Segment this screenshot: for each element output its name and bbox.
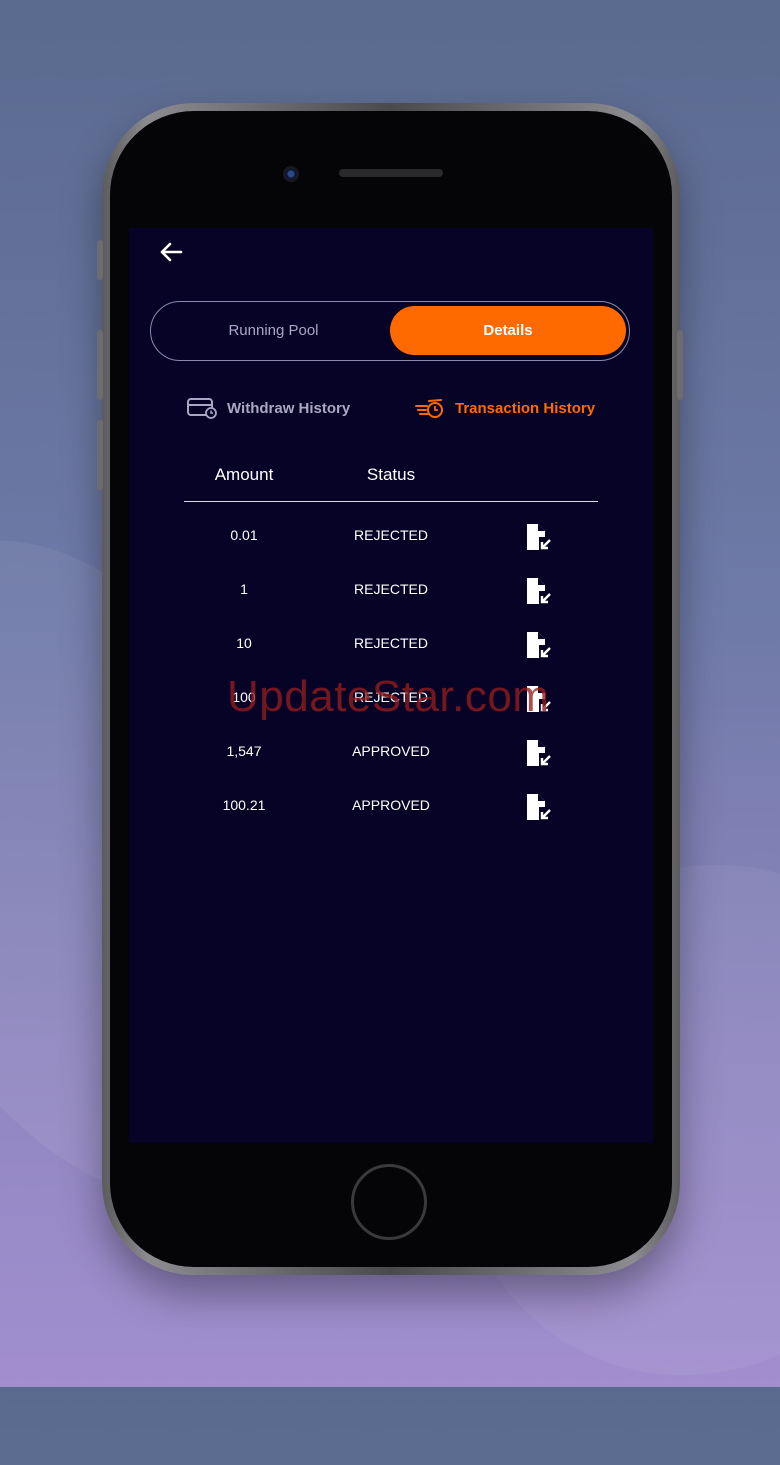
amount-cell: 1 [240, 581, 248, 597]
table-row: 100 REJECTED [184, 679, 598, 719]
table-row: 0.01 REJECTED [184, 517, 598, 557]
table-row: 1,547 APPROVED [184, 733, 598, 773]
document-export-icon[interactable] [524, 631, 552, 659]
status-cell: REJECTED [354, 527, 428, 543]
home-button[interactable] [351, 1164, 427, 1240]
tab-withdraw-history[interactable]: Withdraw History [187, 394, 350, 422]
table-row: 10 REJECTED [184, 625, 598, 665]
table-header: Amount Status [184, 461, 598, 502]
column-header-amount: Amount [214, 465, 274, 484]
tab-transaction-history-label: Transaction History [455, 399, 596, 417]
document-export-icon[interactable] [524, 577, 552, 605]
mute-switch [97, 240, 103, 280]
volume-up-button [97, 330, 103, 400]
tab-running-pool[interactable]: Running Pool [151, 302, 396, 359]
status-cell: REJECTED [354, 689, 428, 705]
status-cell: APPROVED [352, 743, 430, 759]
back-arrow-icon[interactable] [155, 236, 187, 268]
fast-clock-icon [415, 399, 443, 418]
document-export-icon[interactable] [524, 685, 552, 713]
status-cell: REJECTED [354, 581, 428, 597]
status-cell: REJECTED [354, 635, 428, 651]
table-row: 1 REJECTED [184, 571, 598, 611]
amount-cell: 100 [232, 689, 256, 705]
tab-details[interactable]: Details [390, 306, 626, 355]
column-header-status: Status [366, 465, 416, 484]
status-cell: APPROVED [352, 797, 430, 813]
card-clock-icon [187, 398, 217, 419]
table-row: 100.21 APPROVED [184, 787, 598, 827]
front-camera [283, 166, 299, 182]
amount-cell: 10 [236, 635, 252, 651]
earpiece-speaker [339, 169, 443, 177]
tab-withdraw-history-label: Withdraw History [227, 399, 351, 417]
power-button [677, 330, 683, 400]
document-export-icon[interactable] [524, 739, 552, 767]
amount-cell: 0.01 [230, 527, 258, 543]
document-export-icon[interactable] [524, 523, 552, 551]
tab-transaction-history[interactable]: Transaction History [415, 394, 595, 422]
amount-cell: 1,547 [226, 743, 262, 759]
segmented-control: Running Pool Details [150, 301, 630, 361]
volume-down-button [97, 420, 103, 490]
document-export-icon[interactable] [524, 793, 552, 821]
app-screen: Running Pool Details Withdraw History Tr… [129, 228, 653, 1143]
amount-cell: 100.21 [222, 797, 266, 813]
